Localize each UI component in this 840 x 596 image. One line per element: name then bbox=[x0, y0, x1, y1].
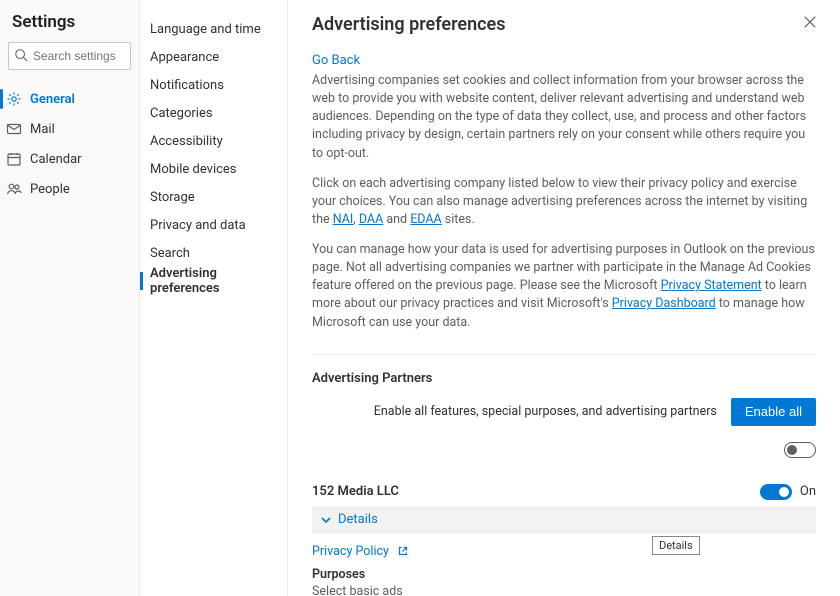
page-title: Advertising preferences bbox=[312, 14, 816, 35]
partner-toggle-label: On bbox=[800, 484, 816, 499]
settings-sidebar: Settings General Mail Calendar People bbox=[0, 0, 140, 596]
sidebar-item-people[interactable]: People bbox=[0, 174, 139, 204]
nai-link[interactable]: NAI bbox=[333, 212, 354, 227]
subnav-notifications[interactable]: Notifications bbox=[140, 72, 287, 98]
sidebar-item-general[interactable]: General bbox=[0, 84, 139, 114]
main-panel[interactable]: Advertising preferences Go Back Advertis… bbox=[288, 0, 840, 596]
subnav-search[interactable]: Search bbox=[140, 240, 287, 266]
intro-paragraph-1: Advertising companies set cookies and co… bbox=[312, 72, 816, 163]
subnav-accessibility[interactable]: Accessibility bbox=[140, 128, 287, 154]
search-icon bbox=[14, 48, 28, 62]
partner-header: 152 Media LLC On bbox=[312, 484, 816, 500]
search-wrap bbox=[8, 42, 131, 70]
privacy-policy-row: Privacy Policy Details bbox=[312, 544, 816, 559]
calendar-icon bbox=[6, 151, 22, 167]
enable-all-button[interactable]: Enable all bbox=[731, 398, 816, 426]
subnav-language-time[interactable]: Language and time bbox=[140, 16, 287, 42]
settings-subnav: Language and time Appearance Notificatio… bbox=[140, 0, 288, 596]
enable-all-row: Enable all features, special purposes, a… bbox=[312, 398, 816, 426]
close-button[interactable] bbox=[798, 10, 822, 34]
sidebar-item-label: Calendar bbox=[30, 152, 82, 167]
subnav-storage[interactable]: Storage bbox=[140, 184, 287, 210]
master-toggle[interactable] bbox=[784, 442, 816, 458]
master-toggle-row bbox=[312, 442, 816, 458]
subnav-categories[interactable]: Categories bbox=[140, 100, 287, 126]
divider bbox=[312, 354, 816, 355]
chevron-down-icon bbox=[320, 514, 332, 526]
daa-link[interactable]: DAA bbox=[359, 212, 383, 227]
partner-toggle[interactable] bbox=[760, 484, 792, 500]
sidebar-item-label: General bbox=[30, 92, 75, 107]
edaa-link[interactable]: EDAA bbox=[410, 212, 442, 227]
advertising-partners-heading: Advertising Partners bbox=[312, 371, 816, 386]
privacy-policy-link[interactable]: Privacy Policy bbox=[312, 544, 389, 559]
purpose-item: Select basic ads bbox=[312, 584, 816, 596]
privacy-statement-link[interactable]: Privacy Statement bbox=[661, 278, 762, 293]
subnav-advertising-preferences[interactable]: Advertising preferences bbox=[140, 268, 287, 294]
subnav-mobile-devices[interactable]: Mobile devices bbox=[140, 156, 287, 182]
privacy-dashboard-link[interactable]: Privacy Dashboard bbox=[612, 296, 716, 311]
sidebar-item-mail[interactable]: Mail bbox=[0, 114, 139, 144]
details-tooltip: Details bbox=[652, 536, 700, 555]
sidebar-item-label: People bbox=[30, 182, 70, 197]
sidebar-item-calendar[interactable]: Calendar bbox=[0, 144, 139, 174]
partner-toggle-wrap: On bbox=[760, 484, 816, 500]
mail-icon bbox=[6, 121, 22, 137]
close-icon bbox=[803, 15, 817, 29]
go-back-link[interactable]: Go Back bbox=[312, 53, 816, 68]
enable-all-text: Enable all features, special purposes, a… bbox=[374, 404, 717, 419]
intro-paragraph-3: You can manage how your data is used for… bbox=[312, 241, 816, 332]
settings-title: Settings bbox=[8, 12, 131, 42]
intro-paragraph-2: Click on each advertising company listed… bbox=[312, 175, 816, 229]
external-link-icon bbox=[397, 545, 409, 557]
details-label: Details bbox=[338, 512, 378, 527]
gear-icon bbox=[6, 91, 22, 107]
subnav-appearance[interactable]: Appearance bbox=[140, 44, 287, 70]
details-expander[interactable]: Details bbox=[312, 506, 816, 534]
subnav-privacy-data[interactable]: Privacy and data bbox=[140, 212, 287, 238]
partner-name: 152 Media LLC bbox=[312, 484, 399, 499]
purposes-heading: Purposes bbox=[312, 567, 816, 582]
people-icon bbox=[6, 181, 22, 197]
sidebar-item-label: Mail bbox=[30, 122, 55, 137]
